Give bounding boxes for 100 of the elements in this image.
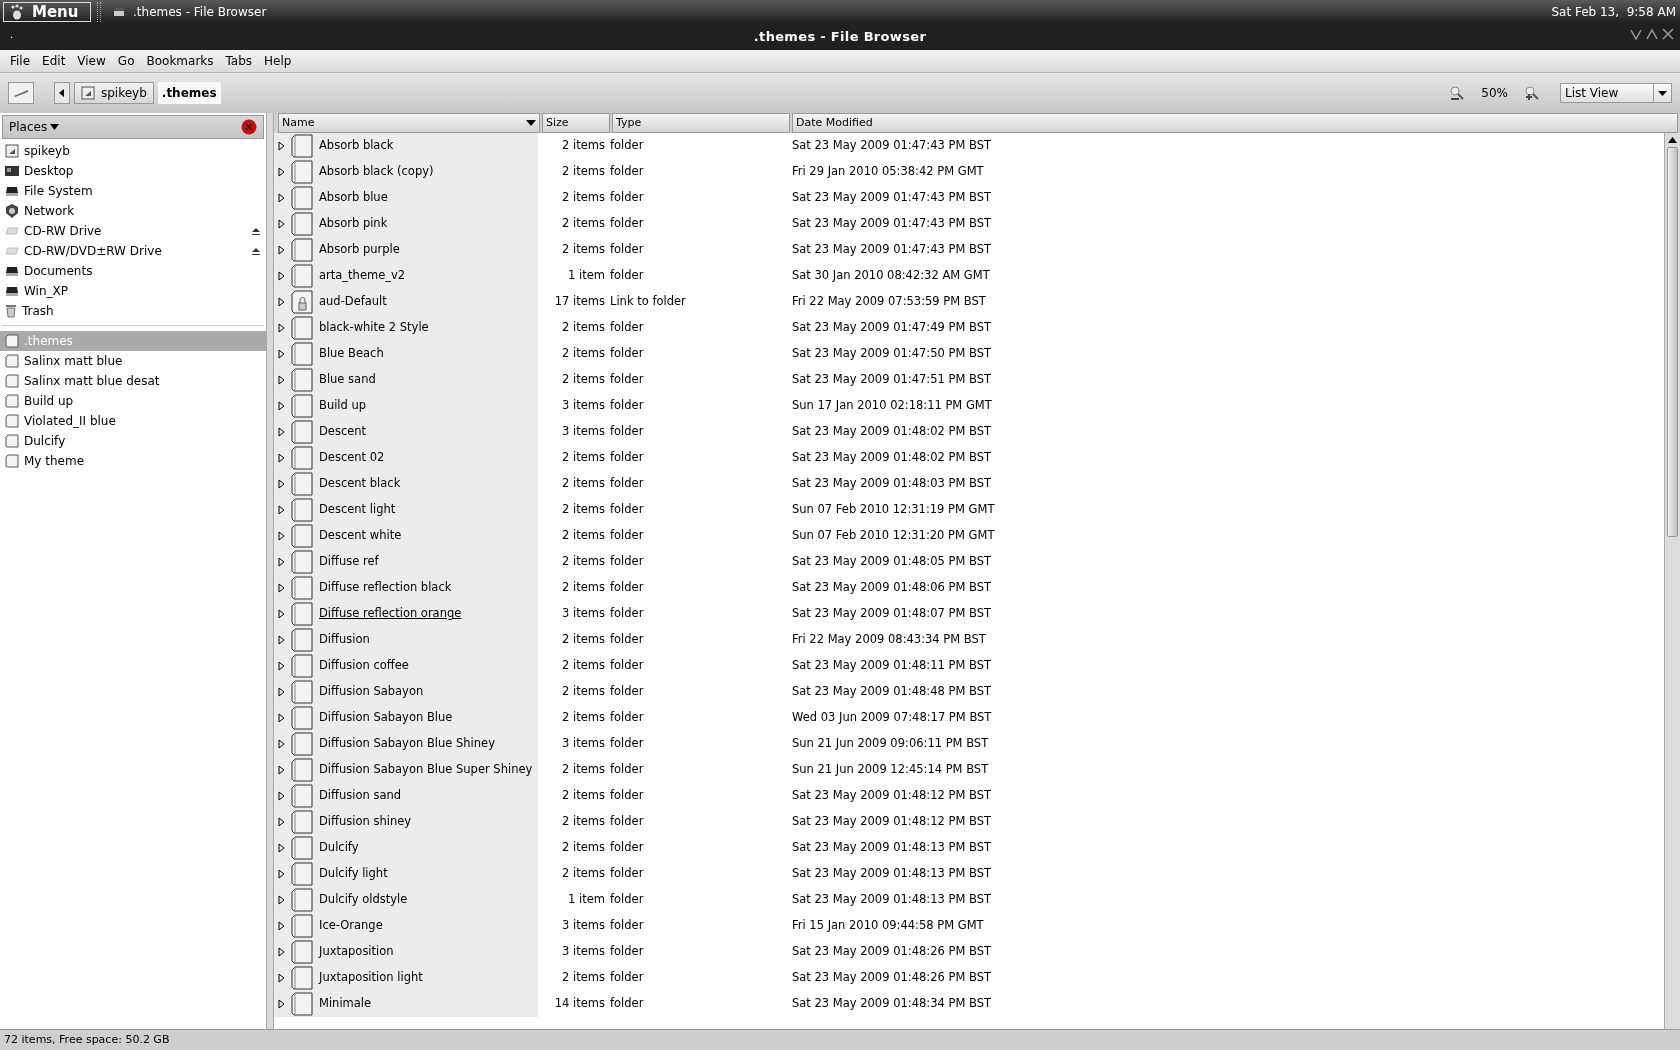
path-back-button[interactable] (54, 82, 70, 104)
file-name[interactable]: Blue sand (319, 371, 376, 389)
expand-arrow-icon[interactable] (278, 167, 285, 177)
date-cell: Sat 23 May 2009 01:48:13 PM BST (792, 891, 991, 909)
sidebar-item[interactable]: Dulcify (0, 431, 266, 451)
expand-arrow-icon[interactable] (278, 869, 285, 879)
sidebar-item[interactable]: My theme (0, 451, 266, 471)
column-header[interactable]: Date Modified (792, 113, 1678, 133)
file-name[interactable]: Dulcify (319, 839, 359, 857)
sidebar-item[interactable]: Build up (0, 391, 266, 411)
maximize-button[interactable] (1646, 28, 1658, 40)
expand-arrow-icon[interactable] (278, 453, 285, 463)
sidebar-item[interactable]: Trash (0, 301, 266, 321)
expand-arrow-icon[interactable] (278, 609, 285, 619)
file-name[interactable]: Absorb blue (319, 189, 388, 207)
close-button[interactable] (1662, 28, 1674, 40)
eject-icon[interactable] (251, 226, 261, 236)
column-header[interactable]: Type (612, 113, 790, 133)
expand-arrow-icon[interactable] (278, 219, 285, 229)
expand-arrow-icon[interactable] (278, 505, 285, 515)
path-button[interactable]: .themes (157, 82, 221, 104)
places-dropdown[interactable]: Places (9, 118, 60, 136)
expand-arrow-icon[interactable] (278, 765, 285, 775)
sidebar-item[interactable]: CD-RW Drive (0, 221, 266, 241)
expand-arrow-icon[interactable] (278, 921, 285, 931)
expand-arrow-icon[interactable] (278, 375, 285, 385)
expand-arrow-icon[interactable] (278, 713, 285, 723)
expand-arrow-icon[interactable] (278, 817, 285, 827)
menu-item[interactable]: Edit (36, 50, 72, 72)
sidebar-item[interactable]: Network (0, 201, 266, 221)
file-name[interactable]: Descent (319, 423, 367, 441)
file-name[interactable]: Dulcify light (319, 865, 388, 883)
expand-arrow-icon[interactable] (278, 739, 285, 749)
column-header[interactable]: Name (278, 113, 540, 133)
minimize-button[interactable] (1630, 28, 1642, 40)
sidebar-item[interactable]: CD-RW/DVD±RW Drive (0, 241, 266, 261)
menu-button[interactable]: Menu (3, 2, 91, 22)
sidebar-item[interactable]: spikeyb (0, 141, 266, 161)
expand-arrow-icon[interactable] (278, 427, 285, 437)
expand-arrow-icon[interactable] (278, 557, 285, 567)
file-name[interactable]: Diffuse ref (319, 553, 379, 571)
expand-arrow-icon[interactable] (278, 323, 285, 333)
expand-arrow-icon[interactable] (278, 141, 285, 151)
menu-item[interactable]: Help (258, 50, 298, 72)
expand-arrow-icon[interactable] (278, 297, 285, 307)
size-cell: 2 items (562, 709, 605, 727)
file-name[interactable]: Diffusion (319, 631, 370, 649)
expand-arrow-icon[interactable] (278, 349, 285, 359)
expand-arrow-icon[interactable] (278, 947, 285, 957)
path-button[interactable]: spikeyb (74, 82, 154, 104)
file-name[interactable]: Build up (319, 397, 367, 415)
sidebar-item[interactable]: Salinx matt blue desat (0, 371, 266, 391)
file-name[interactable]: Juxtaposition (319, 943, 394, 961)
expand-arrow-icon[interactable] (278, 271, 285, 281)
eject-icon[interactable] (251, 246, 261, 256)
file-name[interactable]: Blue Beach (319, 345, 384, 363)
scrollbar-thumb[interactable] (1667, 147, 1678, 537)
type-cell: folder (610, 813, 644, 831)
file-name[interactable]: Absorb black (319, 137, 394, 155)
type-cell: folder (610, 969, 644, 987)
expand-arrow-icon[interactable] (278, 791, 285, 801)
menu-item[interactable]: Bookmarks (140, 50, 220, 72)
sidebar-item[interactable]: Win_XP (0, 281, 266, 301)
expand-arrow-icon[interactable] (278, 999, 285, 1009)
expand-arrow-icon[interactable] (278, 661, 285, 671)
expand-arrow-icon[interactable] (278, 479, 285, 489)
expand-arrow-icon[interactable] (278, 583, 285, 593)
expand-arrow-icon[interactable] (278, 531, 285, 541)
menu-item[interactable]: View (71, 50, 112, 72)
size-cell: 1 item (568, 891, 605, 909)
type-cell: folder (610, 787, 644, 805)
menu-item[interactable]: File (4, 50, 37, 72)
sidebar-item[interactable]: Violated_II blue (0, 411, 266, 431)
view-select[interactable]: List View (1560, 83, 1672, 103)
location-toggle-button[interactable] (8, 82, 34, 104)
expand-arrow-icon[interactable] (278, 973, 285, 983)
sidebar-item[interactable]: Desktop (0, 161, 266, 181)
column-header[interactable]: Size (542, 113, 610, 133)
expand-arrow-icon[interactable] (278, 193, 285, 203)
taskbar-item[interactable]: .themes - File Browser (107, 2, 273, 22)
close-button[interactable] (241, 119, 257, 135)
menu-item[interactable]: Tabs (219, 50, 259, 72)
folder-icon (5, 414, 19, 428)
sidebar-item[interactable]: Salinx matt blue (0, 351, 266, 371)
file-name[interactable]: aud-Default (319, 293, 387, 311)
expand-arrow-icon[interactable] (278, 635, 285, 645)
file-name[interactable]: Absorb pink (319, 215, 388, 233)
zoom-in-icon[interactable] (1524, 85, 1540, 101)
menu-item[interactable]: Go (111, 50, 141, 72)
zoom-out-icon[interactable] (1449, 85, 1466, 101)
expand-arrow-icon[interactable] (278, 843, 285, 853)
file-name[interactable]: Ice-Orange (319, 917, 383, 935)
sidebar-item[interactable]: File System (0, 181, 266, 201)
expand-arrow-icon[interactable] (278, 245, 285, 255)
expand-arrow-icon[interactable] (278, 687, 285, 697)
sidebar-item[interactable]: Documents (0, 261, 266, 281)
file-name[interactable]: Descent 02 (319, 449, 385, 467)
file-name[interactable]: Minimale (319, 995, 372, 1013)
expand-arrow-icon[interactable] (278, 401, 285, 411)
expand-arrow-icon[interactable] (278, 895, 285, 905)
